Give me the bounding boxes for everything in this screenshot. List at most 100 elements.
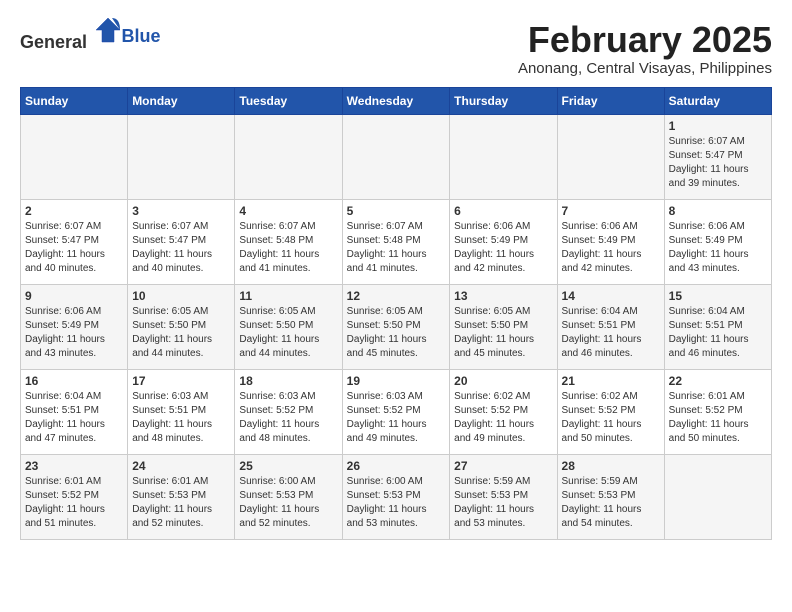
day-info: Sunrise: 6:02 AM Sunset: 5:52 PM Dayligh… xyxy=(454,390,552,446)
calendar-cell: 10 Sunrise: 6:05 AM Sunset: 5:50 PM Dayli… xyxy=(128,284,235,369)
day-number: 9 xyxy=(25,289,123,303)
calendar-cell xyxy=(342,114,450,199)
calendar-cell xyxy=(128,114,235,199)
day-number: 17 xyxy=(132,374,230,388)
calendar-week-5: 23 Sunrise: 6:01 AM Sunset: 5:52 PM Dayli… xyxy=(21,454,772,539)
day-number: 11 xyxy=(239,289,337,303)
day-info: Sunrise: 6:02 AM Sunset: 5:52 PM Dayligh… xyxy=(562,390,660,446)
day-number: 6 xyxy=(454,204,552,218)
day-info: Sunrise: 6:07 AM Sunset: 5:48 PM Dayligh… xyxy=(239,220,337,276)
calendar-cell: 27 Sunrise: 5:59 AM Sunset: 5:53 PM Dayli… xyxy=(450,454,557,539)
calendar-cell: 18 Sunrise: 6:03 AM Sunset: 5:52 PM Dayli… xyxy=(235,369,342,454)
calendar-cell: 1 Sunrise: 6:07 AM Sunset: 5:47 PM Daylig… xyxy=(664,114,771,199)
day-number: 5 xyxy=(347,204,446,218)
day-number: 15 xyxy=(669,289,767,303)
day-number: 12 xyxy=(347,289,446,303)
calendar-cell: 24Sunrise: 6:01 AM Sunset: 5:53 PM Dayli… xyxy=(128,454,235,539)
calendar-cell: 12 Sunrise: 6:05 AM Sunset: 5:50 PM Dayli… xyxy=(342,284,450,369)
day-number: 24 xyxy=(132,459,230,473)
weekday-header-monday: Monday xyxy=(128,87,235,114)
calendar-cell: 9 Sunrise: 6:06 AM Sunset: 5:49 PM Daylig… xyxy=(21,284,128,369)
calendar-cell: 28 Sunrise: 5:59 AM Sunset: 5:53 PM Dayli… xyxy=(557,454,664,539)
day-number: 3 xyxy=(132,204,230,218)
day-info: Sunrise: 6:05 AM Sunset: 5:50 PM Dayligh… xyxy=(347,305,446,361)
day-info: Sunrise: 6:01 AM Sunset: 5:52 PM Dayligh… xyxy=(669,390,767,446)
day-number: 23 xyxy=(25,459,123,473)
logo-blue: Blue xyxy=(122,26,161,46)
day-info: Sunrise: 6:03 AM Sunset: 5:52 PM Dayligh… xyxy=(347,390,446,446)
day-number: 1 xyxy=(669,119,767,133)
day-number: 10 xyxy=(132,289,230,303)
month-title: February 2025 xyxy=(518,20,772,60)
day-info: Sunrise: 6:07 AM Sunset: 5:47 PM Dayligh… xyxy=(132,220,230,276)
day-number: 19 xyxy=(347,374,446,388)
day-info: Sunrise: 6:03 AM Sunset: 5:51 PM Dayligh… xyxy=(132,390,230,446)
day-number: 18 xyxy=(239,374,337,388)
calendar-cell: 7 Sunrise: 6:06 AM Sunset: 5:49 PM Daylig… xyxy=(557,199,664,284)
day-number: 7 xyxy=(562,204,660,218)
calendar-cell xyxy=(21,114,128,199)
weekday-header-sunday: Sunday xyxy=(21,87,128,114)
calendar-cell: 11 Sunrise: 6:05 AM Sunset: 5:50 PM Dayli… xyxy=(235,284,342,369)
day-number: 27 xyxy=(454,459,552,473)
logo-general: General xyxy=(20,32,87,52)
weekday-header-tuesday: Tuesday xyxy=(235,87,342,114)
day-info: Sunrise: 6:00 AM Sunset: 5:53 PM Dayligh… xyxy=(239,475,337,531)
day-info: Sunrise: 6:03 AM Sunset: 5:52 PM Dayligh… xyxy=(239,390,337,446)
day-info: Sunrise: 6:05 AM Sunset: 5:50 PM Dayligh… xyxy=(132,305,230,361)
calendar-week-2: 2 Sunrise: 6:07 AM Sunset: 5:47 PM Daylig… xyxy=(21,199,772,284)
calendar-cell: 4 Sunrise: 6:07 AM Sunset: 5:48 PM Daylig… xyxy=(235,199,342,284)
calendar-cell: 22 Sunrise: 6:01 AM Sunset: 5:52 PM Dayli… xyxy=(664,369,771,454)
day-number: 22 xyxy=(669,374,767,388)
calendar-week-4: 16 Sunrise: 6:04 AM Sunset: 5:51 PM Dayli… xyxy=(21,369,772,454)
calendar-cell: 6Sunrise: 6:06 AM Sunset: 5:49 PM Daylig… xyxy=(450,199,557,284)
calendar-cell: 25Sunrise: 6:00 AM Sunset: 5:53 PM Dayli… xyxy=(235,454,342,539)
calendar-cell: 26 Sunrise: 6:00 AM Sunset: 5:53 PM Dayli… xyxy=(342,454,450,539)
calendar-cell: 20Sunrise: 6:02 AM Sunset: 5:52 PM Dayli… xyxy=(450,369,557,454)
calendar-cell xyxy=(235,114,342,199)
title-area: February 2025 Anonang, Central Visayas, … xyxy=(518,20,772,77)
calendar-cell: 15 Sunrise: 6:04 AM Sunset: 5:51 PM Dayli… xyxy=(664,284,771,369)
calendar-cell: 21Sunrise: 6:02 AM Sunset: 5:52 PM Dayli… xyxy=(557,369,664,454)
day-info: Sunrise: 6:06 AM Sunset: 5:49 PM Dayligh… xyxy=(562,220,660,276)
day-info: Sunrise: 6:07 AM Sunset: 5:48 PM Dayligh… xyxy=(347,220,446,276)
day-info: Sunrise: 6:04 AM Sunset: 5:51 PM Dayligh… xyxy=(669,305,767,361)
calendar-cell: 14Sunrise: 6:04 AM Sunset: 5:51 PM Dayli… xyxy=(557,284,664,369)
day-info: Sunrise: 6:04 AM Sunset: 5:51 PM Dayligh… xyxy=(562,305,660,361)
day-info: Sunrise: 6:01 AM Sunset: 5:52 PM Dayligh… xyxy=(25,475,123,531)
day-info: Sunrise: 6:04 AM Sunset: 5:51 PM Dayligh… xyxy=(25,390,123,446)
weekday-header-wednesday: Wednesday xyxy=(342,87,450,114)
weekday-header-friday: Friday xyxy=(557,87,664,114)
calendar-cell: 16 Sunrise: 6:04 AM Sunset: 5:51 PM Dayli… xyxy=(21,369,128,454)
day-info: Sunrise: 5:59 AM Sunset: 5:53 PM Dayligh… xyxy=(562,475,660,531)
header: General Blue February 2025 Anonang, Cent… xyxy=(20,20,772,77)
day-info: Sunrise: 6:06 AM Sunset: 5:49 PM Dayligh… xyxy=(25,305,123,361)
day-info: Sunrise: 6:00 AM Sunset: 5:53 PM Dayligh… xyxy=(347,475,446,531)
weekday-header-saturday: Saturday xyxy=(664,87,771,114)
day-number: 13 xyxy=(454,289,552,303)
weekday-header-row: SundayMondayTuesdayWednesdayThursdayFrid… xyxy=(21,87,772,114)
calendar-cell xyxy=(664,454,771,539)
location-subtitle: Anonang, Central Visayas, Philippines xyxy=(518,60,772,77)
day-number: 26 xyxy=(347,459,446,473)
calendar-cell xyxy=(450,114,557,199)
calendar-cell: 3 Sunrise: 6:07 AM Sunset: 5:47 PM Daylig… xyxy=(128,199,235,284)
day-number: 2 xyxy=(25,204,123,218)
day-info: Sunrise: 5:59 AM Sunset: 5:53 PM Dayligh… xyxy=(454,475,552,531)
calendar-table: SundayMondayTuesdayWednesdayThursdayFrid… xyxy=(20,87,772,540)
calendar-cell: 17 Sunrise: 6:03 AM Sunset: 5:51 PM Dayli… xyxy=(128,369,235,454)
day-number: 28 xyxy=(562,459,660,473)
day-number: 4 xyxy=(239,204,337,218)
logo: General Blue xyxy=(20,20,161,53)
day-number: 8 xyxy=(669,204,767,218)
day-info: Sunrise: 6:07 AM Sunset: 5:47 PM Dayligh… xyxy=(25,220,123,276)
calendar-week-3: 9 Sunrise: 6:06 AM Sunset: 5:49 PM Daylig… xyxy=(21,284,772,369)
day-info: Sunrise: 6:07 AM Sunset: 5:47 PM Dayligh… xyxy=(669,135,767,191)
day-number: 16 xyxy=(25,374,123,388)
calendar-cell xyxy=(557,114,664,199)
calendar-cell: 2 Sunrise: 6:07 AM Sunset: 5:47 PM Daylig… xyxy=(21,199,128,284)
calendar-cell: 5 Sunrise: 6:07 AM Sunset: 5:48 PM Daylig… xyxy=(342,199,450,284)
day-info: Sunrise: 6:05 AM Sunset: 5:50 PM Dayligh… xyxy=(239,305,337,361)
calendar-cell: 8Sunrise: 6:06 AM Sunset: 5:49 PM Daylig… xyxy=(664,199,771,284)
calendar-week-1: 1 Sunrise: 6:07 AM Sunset: 5:47 PM Daylig… xyxy=(21,114,772,199)
